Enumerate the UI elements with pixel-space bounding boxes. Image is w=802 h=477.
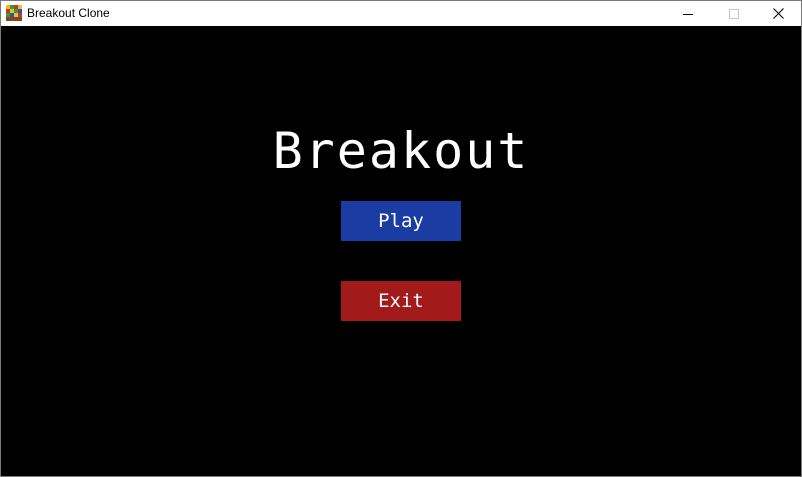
close-button[interactable]: [755, 1, 801, 26]
maximize-icon: [729, 8, 739, 19]
app-window: Breakout Clone Breakout Play Exit: [0, 0, 802, 477]
maximize-button[interactable]: [711, 1, 757, 26]
breakout-app-icon: [6, 5, 22, 21]
game-canvas[interactable]: Breakout Play Exit: [1, 26, 801, 476]
title-bar[interactable]: Breakout Clone: [1, 1, 801, 26]
play-button[interactable]: Play: [341, 201, 461, 241]
minimize-button[interactable]: [665, 1, 711, 26]
minimize-icon: [683, 13, 693, 15]
window-title: Breakout Clone: [27, 6, 110, 20]
close-icon: [772, 8, 784, 19]
exit-button[interactable]: Exit: [341, 281, 461, 321]
game-title: Breakout: [272, 122, 530, 180]
